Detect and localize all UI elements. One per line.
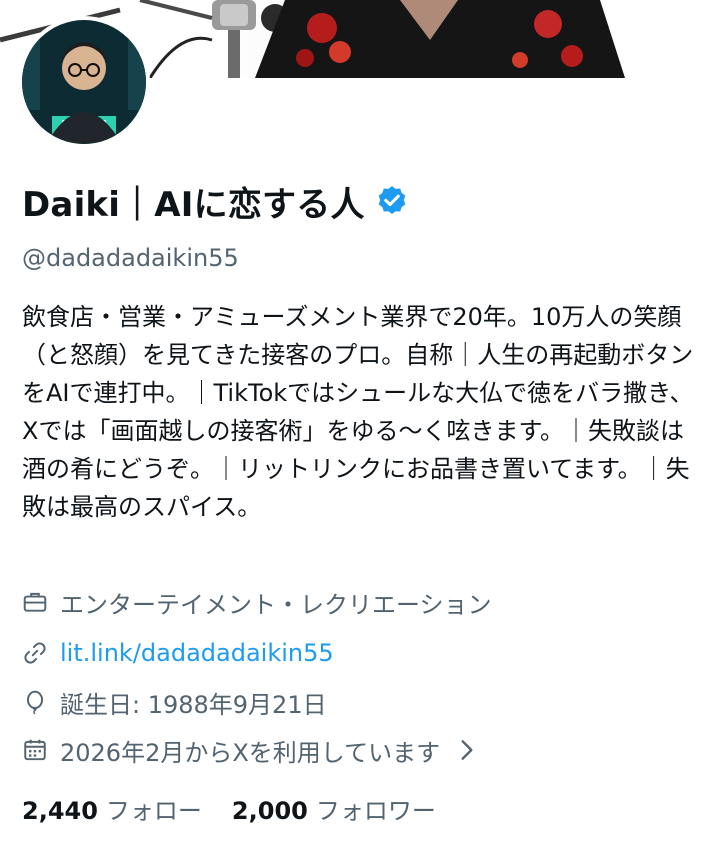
profile-joined[interactable]: 2026年2月からXを利用しています [22,732,492,768]
avatar[interactable] [22,20,146,144]
joined-text: 2026年2月からXを利用しています [60,738,441,767]
follow-stats: 2,440 フォロー 2,000 フォロワー [22,788,436,828]
avatar-image [22,20,146,144]
following-link[interactable]: 2,440 フォロー [22,791,202,826]
category-text: エンターテイメント・レクリエーション [60,590,492,619]
profile-name-row: Daiki｜AIに恋する人 [22,176,409,226]
user-handle: @dadadadaikin55 [22,244,239,272]
followers-link[interactable]: 2,000 フォロワー [232,791,436,826]
briefcase-icon [23,592,47,612]
profile-birthday: 誕生日: 1988年9月21日 [22,684,327,720]
link-icon [24,642,46,664]
profile-link-text[interactable]: lit.link/dadadadaikin55 [60,639,334,667]
verified-badge-icon[interactable] [375,184,409,218]
following-count: 2,440 [22,796,98,825]
avatar-frame[interactable] [18,16,150,148]
following-label: フォロー [105,796,202,825]
profile-link[interactable]: lit.link/dadadadaikin55 [22,635,334,671]
followers-count: 2,000 [231,796,308,825]
birthday-text: 誕生日: 1988年9月21日 [60,690,327,719]
followers-label: フォロワー [315,796,436,825]
balloon-icon [26,690,44,715]
profile-bio: 飲食店・営業・アミューズメント業界で20年。10万人の笑顔（と怒顔）を見てきた接… [22,303,694,521]
profile-category: エンターテイメント・レクリエーション [22,584,492,620]
calendar-icon [24,739,46,761]
chevron-right-icon[interactable] [454,737,480,763]
display-name: Daiki｜AIに恋する人 [22,184,365,225]
